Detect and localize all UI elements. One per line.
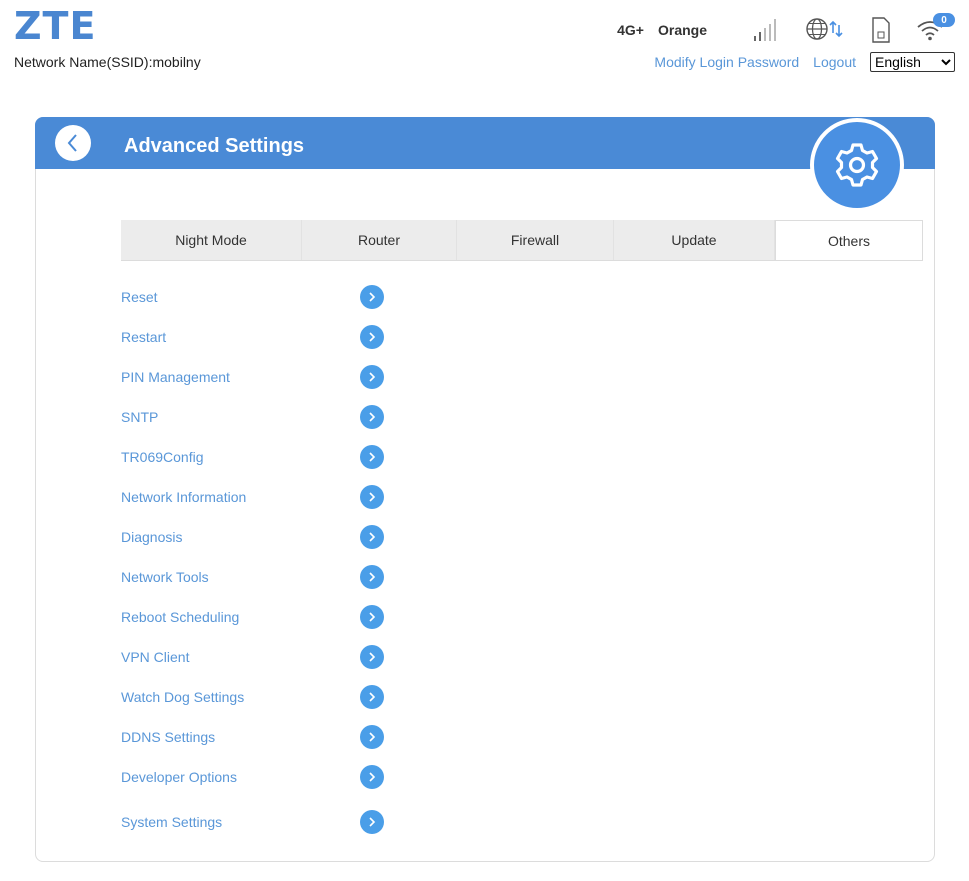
chevron-right-icon[interactable] <box>360 685 384 709</box>
signal-strength-icon <box>753 18 779 42</box>
settings-badge <box>810 118 904 212</box>
chevron-right-icon[interactable] <box>360 810 384 834</box>
menu-item-reset[interactable]: Reset <box>121 285 385 309</box>
menu-item-label[interactable]: Developer Options <box>121 769 360 785</box>
top-links: Modify Login Password Logout English <box>654 52 955 72</box>
menu-item-restart[interactable]: Restart <box>121 325 385 349</box>
menu-item-label[interactable]: Restart <box>121 329 360 345</box>
panel-header: Advanced Settings <box>35 117 935 169</box>
menu-item-label[interactable]: TR069Config <box>121 449 360 465</box>
internet-connection-icon <box>805 17 845 43</box>
menu-item-system-settings[interactable]: System Settings <box>121 810 385 834</box>
menu-item-label[interactable]: Reboot Scheduling <box>121 609 360 625</box>
carrier-name: Orange <box>657 22 707 38</box>
logout-link[interactable]: Logout <box>813 54 856 70</box>
wifi-icon[interactable]: 0 <box>917 13 955 41</box>
menu-item-label[interactable]: Network Tools <box>121 569 360 585</box>
network-type: 4G+ <box>617 22 644 38</box>
menu-item-tr069config[interactable]: TR069Config <box>121 445 385 469</box>
chevron-right-icon[interactable] <box>360 645 384 669</box>
tab-router[interactable]: Router <box>302 220 457 260</box>
tab-update[interactable]: Update <box>614 220 775 260</box>
tab-others[interactable]: Others <box>775 220 923 260</box>
chevron-right-icon[interactable] <box>360 565 384 589</box>
chevron-right-icon[interactable] <box>360 325 384 349</box>
chevron-right-icon[interactable] <box>360 605 384 629</box>
sim-card-icon <box>871 17 891 43</box>
language-select[interactable]: English <box>870 52 955 72</box>
settings-tabs: Night Mode Router Firewall Update Others <box>121 220 923 261</box>
advanced-settings-panel: Advanced Settings Night Mode Router Fire… <box>35 117 935 862</box>
menu-item-label[interactable]: DDNS Settings <box>121 729 360 745</box>
page-title: Advanced Settings <box>124 135 305 157</box>
menu-item-network-tools[interactable]: Network Tools <box>121 565 385 589</box>
menu-item-vpn-client[interactable]: VPN Client <box>121 645 385 669</box>
menu-item-label[interactable]: Network Information <box>121 489 360 505</box>
menu-item-reboot-scheduling[interactable]: Reboot Scheduling <box>121 605 385 629</box>
menu-item-pin-management[interactable]: PIN Management <box>121 365 385 389</box>
gear-icon <box>835 143 879 187</box>
chevron-right-icon[interactable] <box>360 285 384 309</box>
tab-night-mode[interactable]: Night Mode <box>121 220 302 260</box>
chevron-right-icon[interactable] <box>360 445 384 469</box>
menu-item-label[interactable]: VPN Client <box>121 649 360 665</box>
chevron-left-icon <box>67 134 77 152</box>
tab-firewall[interactable]: Firewall <box>457 220 614 260</box>
menu-item-network-information[interactable]: Network Information <box>121 485 385 509</box>
network-name-ssid: Network Name(SSID):mobilny <box>14 54 201 70</box>
menu-item-diagnosis[interactable]: Diagnosis <box>121 525 385 549</box>
modify-login-password-link[interactable]: Modify Login Password <box>654 54 799 70</box>
chevron-right-icon[interactable] <box>360 765 384 789</box>
menu-item-label[interactable]: System Settings <box>121 814 360 830</box>
wifi-client-count-badge: 0 <box>933 13 955 27</box>
menu-item-label[interactable]: Diagnosis <box>121 529 360 545</box>
chevron-right-icon[interactable] <box>360 525 384 549</box>
zte-logo: ZTE <box>14 4 97 48</box>
menu-item-label[interactable]: Reset <box>121 289 360 305</box>
chevron-right-icon[interactable] <box>360 725 384 749</box>
menu-item-label[interactable]: SNTP <box>121 409 360 425</box>
status-bar: 4G+ Orange 0 <box>617 13 955 46</box>
menu-item-watch-dog-settings[interactable]: Watch Dog Settings <box>121 685 385 709</box>
menu-item-developer-options[interactable]: Developer Options <box>121 765 385 789</box>
menu-item-label[interactable]: PIN Management <box>121 369 360 385</box>
menu-item-ddns-settings[interactable]: DDNS Settings <box>121 725 385 749</box>
chevron-right-icon[interactable] <box>360 485 384 509</box>
menu-item-label[interactable]: Watch Dog Settings <box>121 689 360 705</box>
menu-item-sntp[interactable]: SNTP <box>121 405 385 429</box>
chevron-right-icon[interactable] <box>360 365 384 389</box>
chevron-right-icon[interactable] <box>360 405 384 429</box>
back-button[interactable] <box>55 125 91 161</box>
